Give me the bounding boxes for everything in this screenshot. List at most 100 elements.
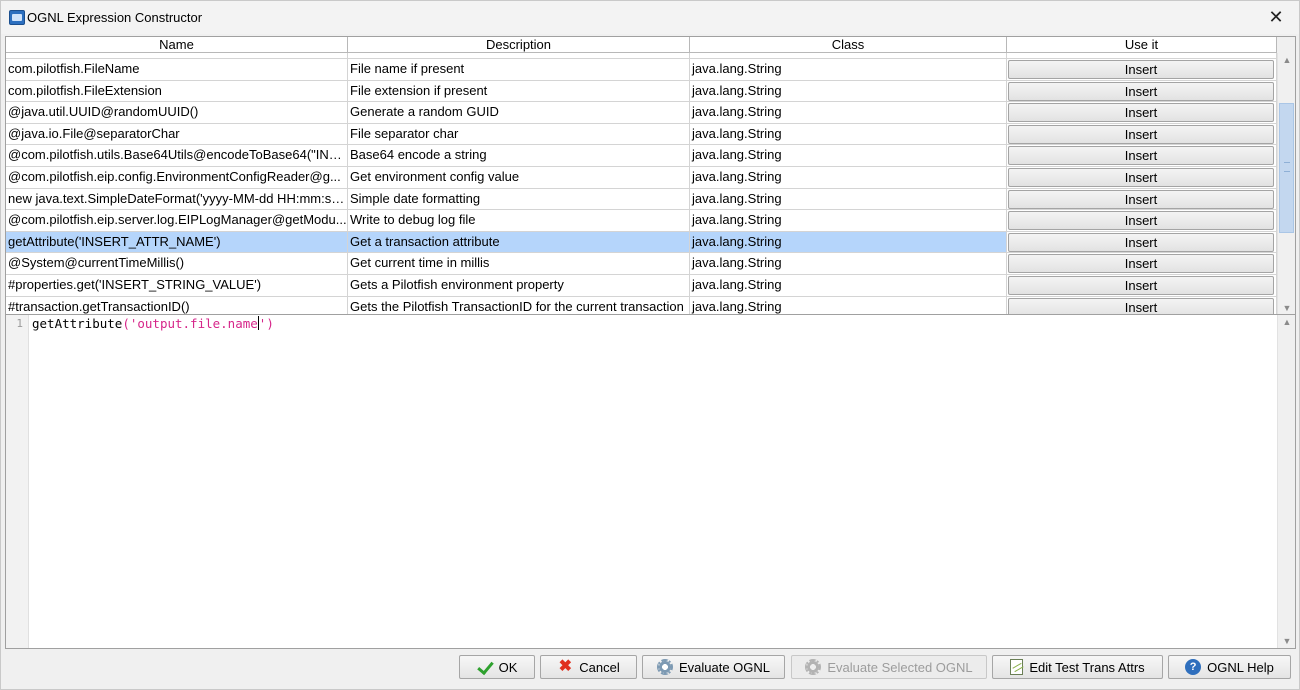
cell-description[interactable]: Get current time in millis [348, 253, 690, 274]
table-row[interactable]: com.pilotfish.FileExtension File extensio… [6, 80, 1278, 103]
ognl-help-label: OGNL Help [1207, 659, 1274, 675]
cell-description[interactable]: Get a transaction attribute [348, 231, 690, 253]
cell-name[interactable]: new java.text.SimpleDateFormat('yyyy-MM-… [6, 188, 348, 210]
ognl-help-button[interactable]: ? OGNL Help [1168, 655, 1291, 679]
cell-class[interactable]: java.lang.String [690, 253, 1007, 274]
edit-test-trans-attrs-button[interactable]: Edit Test Trans Attrs [992, 655, 1163, 679]
cell-name[interactable]: #transaction.getTransactionID() [6, 296, 348, 314]
cell-description[interactable]: File extension if present [348, 80, 690, 102]
cell-use-it: Insert [1007, 80, 1277, 102]
cancel-icon: ✖ [558, 658, 572, 675]
title-bar: OGNL Expression Constructor ✕ [1, 1, 1299, 34]
cell-use-it: Insert [1007, 102, 1277, 123]
code-string: 'output.file.name [129, 316, 258, 331]
table-row[interactable]: @com.pilotfish.utils.Base64Utils@encodeT… [6, 145, 1278, 167]
insert-button[interactable]: Insert [1008, 103, 1274, 123]
cell-use-it: Insert [1007, 166, 1277, 188]
insert-button[interactable]: Insert [1008, 60, 1274, 79]
insert-button[interactable]: Insert [1008, 189, 1274, 209]
code-function: getAttribute [32, 316, 123, 331]
insert-button[interactable]: Insert [1008, 275, 1274, 295]
insert-button[interactable]: Insert [1008, 297, 1274, 314]
cell-class[interactable]: java.lang.String [690, 210, 1007, 231]
cell-class[interactable]: java.lang.String [690, 166, 1007, 188]
cell-name[interactable]: @com.pilotfish.utils.Base64Utils@encodeT… [6, 145, 348, 166]
table-row[interactable]: #transaction.getTransactionID() Gets the … [6, 296, 1278, 314]
cell-description[interactable]: File name if present [348, 59, 690, 80]
editor-scroll-down-icon[interactable]: ▼ [1278, 634, 1296, 648]
cell-name[interactable]: com.pilotfish.FileExtension [6, 80, 348, 102]
scroll-down-icon[interactable]: ▼ [1278, 301, 1295, 314]
evaluate-selected-ognl-button[interactable]: Evaluate Selected OGNL [791, 655, 987, 679]
insert-button[interactable]: Insert [1008, 81, 1274, 101]
cell-class[interactable]: java.lang.String [690, 59, 1007, 80]
insert-button[interactable]: Insert [1008, 167, 1274, 187]
table-row[interactable]: new java.text.SimpleDateFormat('yyyy-MM-… [6, 188, 1278, 211]
table-row[interactable]: @System@currentTimeMillis() Get current t… [6, 253, 1278, 275]
table-scrollbar[interactable]: ▲ ▼ [1277, 53, 1295, 314]
window-title: OGNL Expression Constructor [27, 10, 203, 25]
gear-icon [805, 659, 822, 675]
insert-button[interactable]: Insert [1008, 146, 1274, 166]
insert-button[interactable]: Insert [1008, 254, 1274, 274]
cell-class[interactable]: java.lang.String [690, 80, 1007, 102]
column-header-class[interactable]: Class [690, 37, 1007, 53]
column-header-name[interactable]: Name [6, 37, 348, 53]
cell-description[interactable]: Base64 encode a string [348, 145, 690, 166]
table-row[interactable]: #properties.get('INSERT_STRING_VALUE') Ge… [6, 274, 1278, 297]
cell-description[interactable]: Write to debug log file [348, 210, 690, 231]
cell-class[interactable]: java.lang.String [690, 231, 1007, 253]
cell-name[interactable]: getAttribute('INSERT_ATTR_NAME') [6, 231, 348, 253]
cell-class[interactable]: java.lang.String [690, 188, 1007, 210]
cell-description[interactable]: Get environment config value [348, 166, 690, 188]
table-row[interactable]: @com.pilotfish.eip.server.log.EIPLogMana… [6, 210, 1278, 232]
table-row[interactable]: com.pilotfish.FileName File name if prese… [6, 59, 1278, 81]
cell-class[interactable]: java.lang.String [690, 296, 1007, 314]
cell-description[interactable]: Gets the Pilotfish TransactionID for the… [348, 296, 690, 314]
column-header-use-it[interactable]: Use it [1007, 37, 1277, 53]
table-header: Name Description Class Use it [6, 37, 1278, 53]
code-editor[interactable]: 1 getAttribute('output.file.name') ▲ ▼ [5, 315, 1296, 649]
gear-icon [656, 659, 673, 675]
evaluate-ognl-label: Evaluate OGNL [678, 659, 771, 675]
cell-description[interactable]: Generate a random GUID [348, 102, 690, 123]
cell-name[interactable]: #properties.get('INSERT_STRING_VALUE') [6, 274, 348, 296]
help-icon: ? [1185, 659, 1202, 675]
scroll-thumb[interactable] [1279, 103, 1294, 233]
cell-name[interactable]: @com.pilotfish.eip.config.EnvironmentCon… [6, 166, 348, 188]
close-icon[interactable]: ✕ [1253, 1, 1299, 33]
insert-button[interactable]: Insert [1008, 211, 1274, 231]
cell-name[interactable]: @System@currentTimeMillis() [6, 253, 348, 274]
cell-class[interactable]: java.lang.String [690, 102, 1007, 123]
cell-class[interactable]: java.lang.String [690, 274, 1007, 296]
table-row[interactable]: @java.io.File@separatorChar File separato… [6, 123, 1278, 146]
code-line[interactable]: getAttribute('output.file.name') [32, 316, 274, 331]
cell-description[interactable]: File separator char [348, 123, 690, 145]
evaluate-selected-label: Evaluate Selected OGNL [827, 659, 973, 675]
edit-attrs-label: Edit Test Trans Attrs [1029, 659, 1145, 675]
insert-button[interactable]: Insert [1008, 124, 1274, 144]
scroll-corner [1277, 37, 1295, 53]
table-row[interactable]: @com.pilotfish.eip.config.EnvironmentCon… [6, 166, 1278, 189]
cell-description[interactable]: Simple date formatting [348, 188, 690, 210]
evaluate-ognl-button[interactable]: Evaluate OGNL [642, 655, 785, 679]
cell-name[interactable]: @com.pilotfish.eip.server.log.EIPLogMana… [6, 210, 348, 231]
table-row[interactable]: @java.util.UUID@randomUUID() Generate a r… [6, 102, 1278, 124]
cell-name[interactable]: com.pilotfish.FileName [6, 59, 348, 80]
cell-description[interactable]: Gets a Pilotfish environment property [348, 274, 690, 296]
scroll-up-icon[interactable]: ▲ [1278, 53, 1295, 67]
ok-button[interactable]: OK [459, 655, 535, 679]
column-header-description[interactable]: Description [348, 37, 690, 53]
edit-icon [1010, 659, 1024, 675]
expression-table: Name Description Class Use it com.pilotf… [5, 36, 1296, 315]
editor-scrollbar[interactable]: ▲ ▼ [1277, 315, 1295, 648]
cell-class[interactable]: java.lang.String [690, 123, 1007, 145]
check-icon [477, 659, 493, 675]
editor-scroll-up-icon[interactable]: ▲ [1278, 315, 1296, 329]
insert-button[interactable]: Insert [1008, 232, 1274, 252]
cell-name[interactable]: @java.io.File@separatorChar [6, 123, 348, 145]
cell-class[interactable]: java.lang.String [690, 145, 1007, 166]
cancel-button[interactable]: ✖ Cancel [540, 655, 637, 679]
table-row[interactable]: getAttribute('INSERT_ATTR_NAME') Get a tr… [6, 231, 1278, 254]
cell-name[interactable]: @java.util.UUID@randomUUID() [6, 102, 348, 123]
